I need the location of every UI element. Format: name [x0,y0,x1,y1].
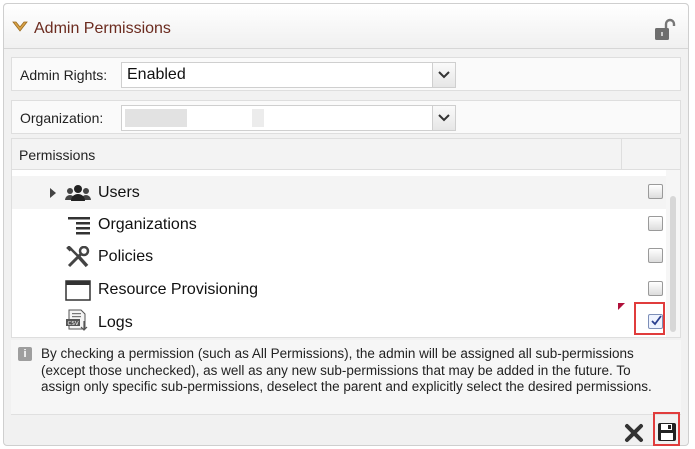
admin-rights-select[interactable]: Enabled [121,62,456,88]
unlock-icon[interactable] [654,18,676,42]
chevron-down-icon[interactable] [432,63,455,87]
permission-label: Logs [98,314,133,331]
permission-item-policies[interactable]: Policies [12,240,667,273]
column-divider [621,139,622,169]
info-note: i By checking a permission (such as All … [11,340,681,415]
permissions-tree: Users Organizations Policies Resource Pr… [11,170,681,338]
permission-label: Resource Provisioning [98,281,259,298]
permission-label: Users [98,184,140,201]
permissions-header: Permissions [11,138,681,170]
admin-rights-value: Enabled [127,66,186,83]
organizations-icon [68,217,90,235]
organization-label: Organization: [20,110,104,126]
permissions-header-label: Permissions [19,147,96,163]
permissions-scrollbar[interactable] [666,170,680,337]
policies-icon [66,246,90,268]
permission-checkbox[interactable] [648,184,663,199]
scrollbar-thumb[interactable] [670,196,676,332]
permission-label: Organizations [98,216,197,233]
highlight-logs-checkbox [634,302,665,335]
permission-label: Policies [98,248,154,265]
collapse-chevron-icon[interactable] [12,20,28,34]
admin-rights-row: Admin Rights: Enabled [11,57,681,91]
admin-permissions-panel: Admin Permissions Admin Rights: Enabled … [3,3,689,446]
permission-item-logs[interactable]: CSV Logs [12,306,667,337]
permission-checkbox[interactable] [648,281,663,296]
users-icon [65,185,91,201]
permission-checkbox[interactable] [648,248,663,263]
panel-title: Admin Permissions [34,20,171,37]
permission-checkbox[interactable] [648,216,663,231]
save-icon[interactable] [657,422,677,442]
redacted-value [252,109,264,127]
changed-indicator-icon [618,303,625,310]
redacted-value [125,109,187,127]
permission-item-resource-provisioning[interactable]: Resource Provisioning [12,273,667,306]
organization-row: Organization: [11,100,681,134]
csv-label: CSV [68,321,79,327]
chevron-down-icon[interactable] [432,106,455,130]
resource-provisioning-icon [65,280,91,301]
admin-rights-label: Admin Rights: [20,67,108,83]
permission-item-users[interactable]: Users [12,176,667,209]
close-icon[interactable] [624,423,644,443]
info-text: By checking a permission (such as All Pe… [41,346,652,394]
info-icon: i [18,347,32,361]
panel-header: Admin Permissions [4,4,688,49]
organization-select[interactable] [121,105,456,131]
permission-item-organizations[interactable]: Organizations [12,208,667,241]
expand-arrow-icon[interactable] [50,188,56,198]
logs-csv-icon: CSV [66,309,88,331]
